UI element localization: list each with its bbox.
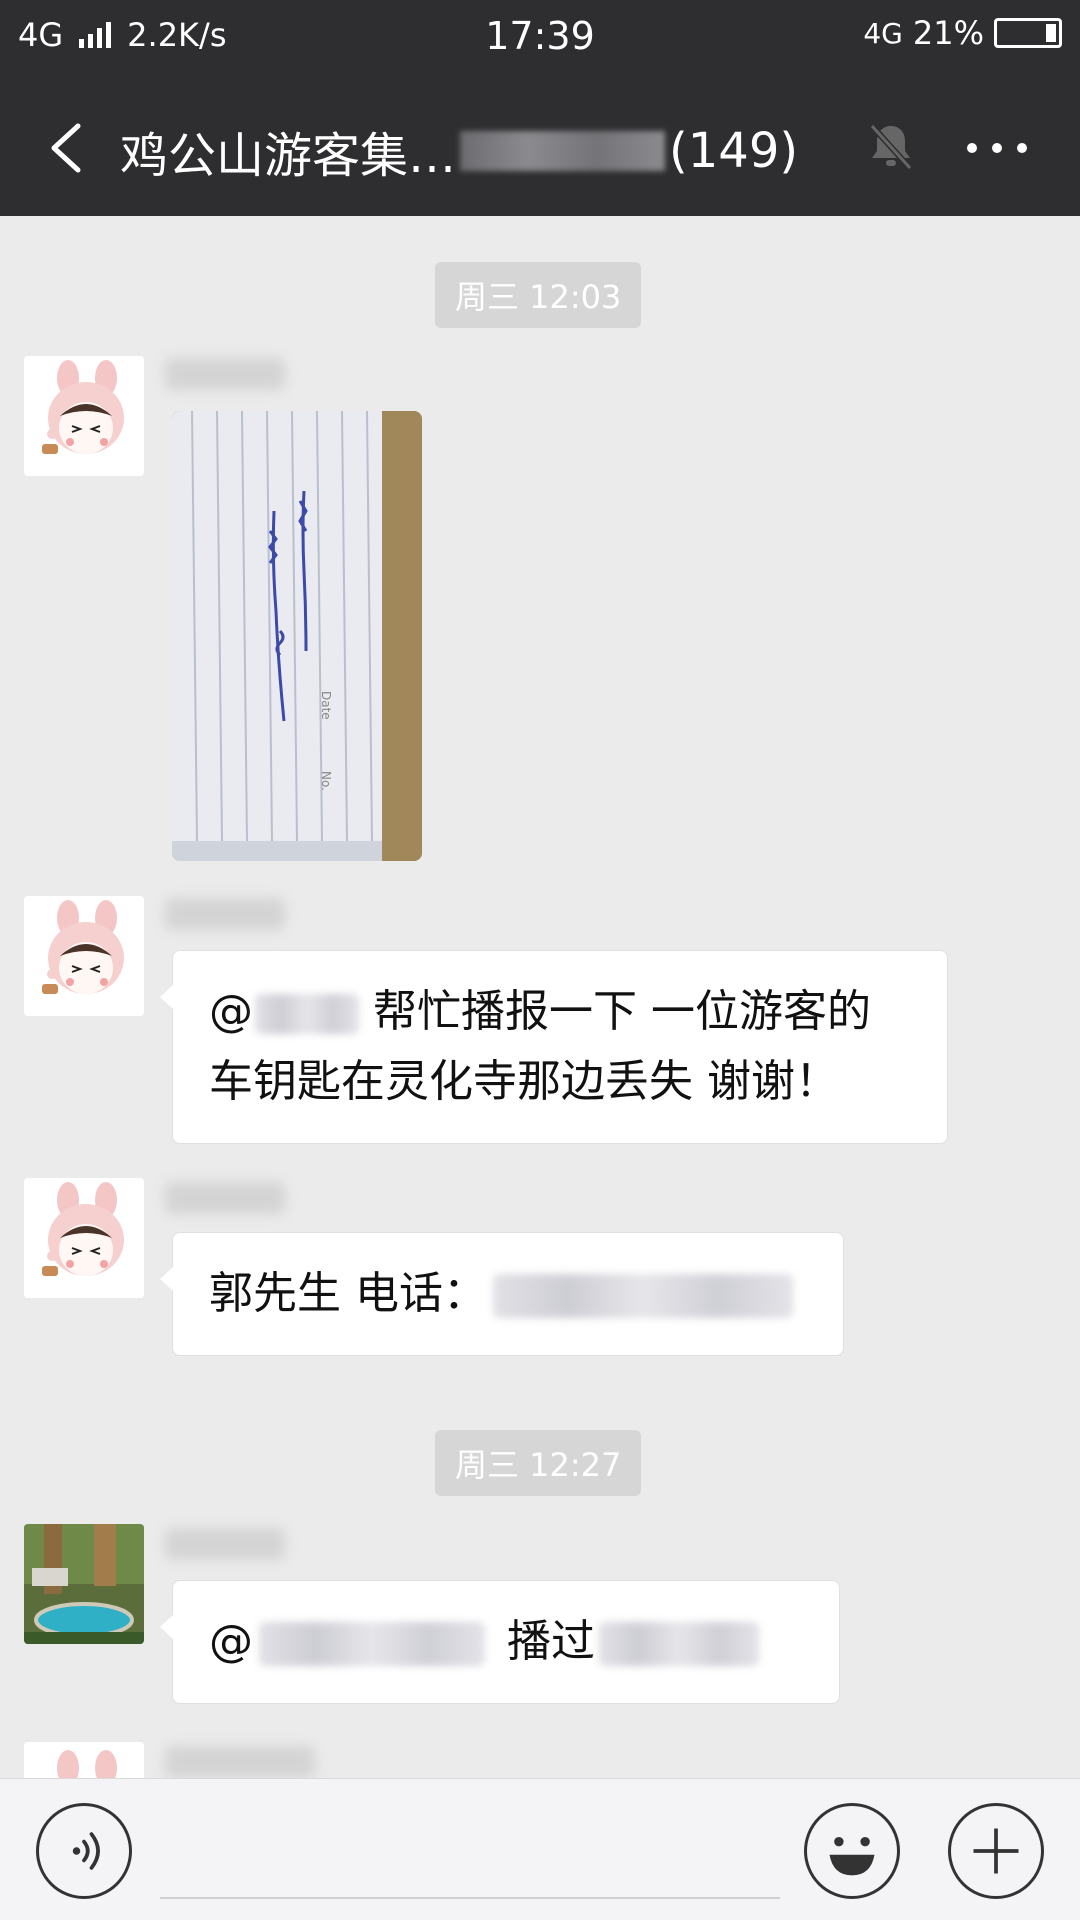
message-input[interactable] <box>160 1897 780 1899</box>
message-text: 帮忙播报一下 一位游客的 <box>373 986 871 1037</box>
message-text-line2: 车钥匙在灵化寺那边丢失 谢谢！ <box>209 1056 839 1107</box>
back-arrow-icon[interactable] <box>40 118 100 178</box>
voice-icon[interactable] <box>36 1803 132 1899</box>
timestamp: 周三 12:27 <box>435 1430 642 1496</box>
avatar[interactable] <box>24 1524 144 1644</box>
chat-title: 鸡公山游客集… (149) <box>120 116 798 186</box>
status-bar: 4G 2.2K/s 17:39 4G 21% <box>0 0 1080 78</box>
member-count: (149) <box>669 123 799 179</box>
avatar[interactable] <box>24 356 144 476</box>
blurred-mention <box>259 1622 485 1666</box>
message-bubble[interactable]: 郭先生 电话： <box>160 1232 844 1356</box>
chat-title-text: 鸡公山游客集… <box>120 128 457 184</box>
sender-name-blurred <box>165 1182 285 1214</box>
message-text: 播过 <box>507 1616 595 1667</box>
svg-text:Date: Date <box>319 691 333 720</box>
chat-area[interactable]: 周三 12:03 Date No. @ 帮忙播报一下 一位游客的 车钥匙在灵化寺… <box>0 216 1080 1778</box>
blurred-text <box>599 1622 759 1666</box>
battery-icon <box>994 18 1062 48</box>
more-icon[interactable] <box>962 138 1032 158</box>
sender-name-blurred <box>165 898 285 930</box>
timestamp: 周三 12:03 <box>435 262 642 328</box>
mention-symbol: @ <box>209 986 253 1037</box>
mention-symbol: @ <box>209 1616 253 1667</box>
message-line: @ 帮忙播报一下 一位游客的 <box>209 977 911 1047</box>
plus-icon[interactable] <box>948 1803 1044 1899</box>
avatar[interactable] <box>24 1178 144 1298</box>
network-type-right: 4G <box>863 16 903 50</box>
shared-photo[interactable]: Date No. <box>172 411 422 861</box>
emoji-icon[interactable] <box>804 1803 900 1899</box>
sender-name-blurred <box>165 1528 285 1560</box>
input-bar <box>0 1778 1080 1920</box>
avatar[interactable] <box>24 896 144 1016</box>
avatar[interactable] <box>24 1742 144 1778</box>
blurred-phone <box>493 1274 793 1318</box>
message-text: 郭先生 电话： <box>209 1268 487 1319</box>
battery-percent: 21% <box>912 14 984 52</box>
message-bubble[interactable]: @ 播过 <box>160 1580 840 1704</box>
sender-name-blurred <box>165 1746 315 1778</box>
bell-mute-icon <box>869 123 913 171</box>
svg-text:No.: No. <box>319 771 333 791</box>
message-bubble[interactable]: @ 帮忙播报一下 一位游客的 车钥匙在灵化寺那边丢失 谢谢！ <box>160 950 948 1144</box>
sender-name-blurred <box>165 358 285 390</box>
blurred-mention <box>255 994 359 1034</box>
status-right: 4G 21% <box>863 14 1062 52</box>
chat-header: 鸡公山游客集… (149) <box>0 78 1080 216</box>
blurred-title <box>460 131 666 171</box>
